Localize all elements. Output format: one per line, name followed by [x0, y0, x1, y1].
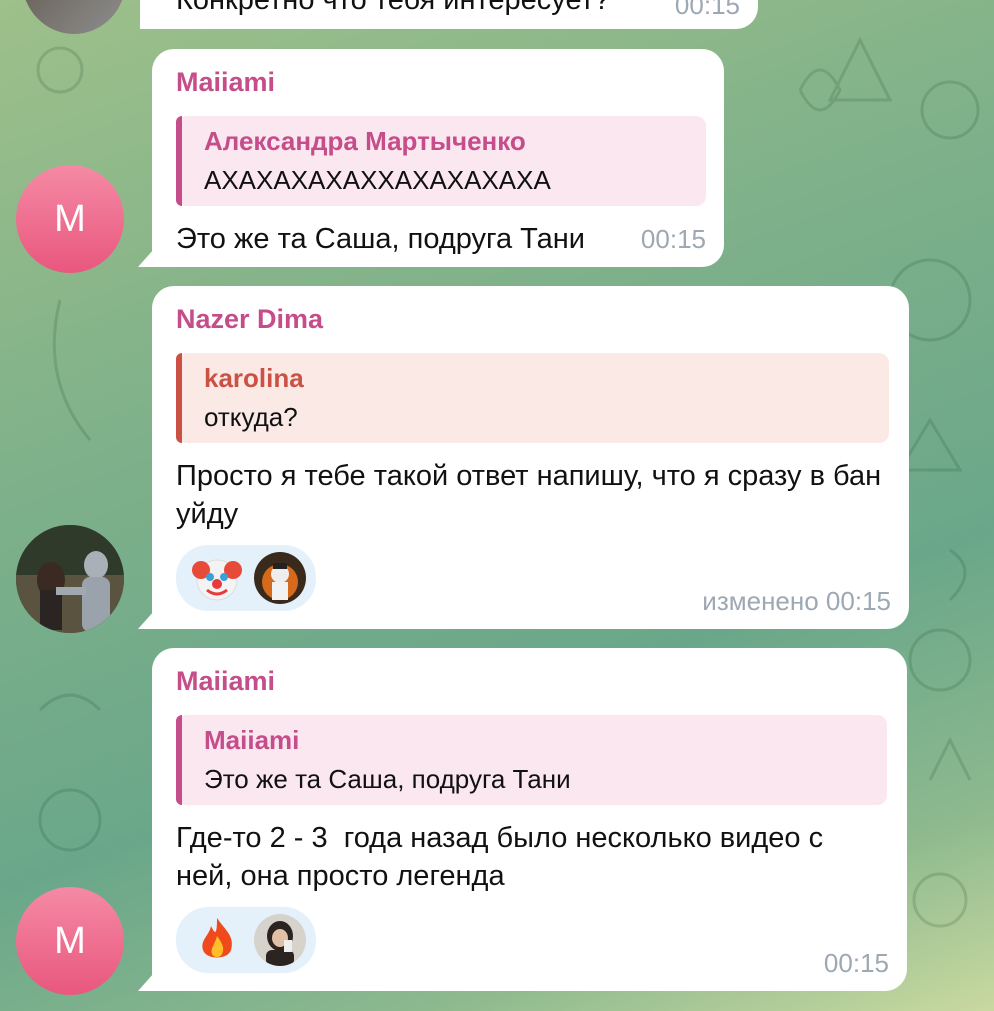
- reactions-bar[interactable]: [176, 545, 316, 611]
- reply-preview[interactable]: karolina откуда?: [176, 353, 889, 443]
- message-bubble-partial[interactable]: Конкретно что тебя интересует? 00:15: [140, 0, 758, 29]
- fire-icon[interactable]: [190, 913, 244, 967]
- reactor-avatar[interactable]: [254, 914, 306, 966]
- message-time: 00:15: [640, 224, 706, 254]
- reply-author: karolina: [204, 363, 304, 393]
- clown-face-icon[interactable]: [190, 551, 244, 605]
- message-text: Просто я тебе такой ответ напишу, что я …: [176, 460, 882, 530]
- avatar[interactable]: M: [16, 165, 124, 273]
- message-text: Где-то 2 - 3 года назад было несколько в…: [176, 822, 832, 892]
- sender-name[interactable]: Nazer Dima: [176, 304, 885, 335]
- bubble-tail: [138, 973, 154, 991]
- reactor-avatar[interactable]: [254, 552, 306, 604]
- message-text: Конкретно что тебя интересует?: [176, 0, 611, 16]
- message-time: изменено 00:15: [702, 586, 891, 616]
- reply-text: откуда?: [204, 402, 298, 432]
- reply-preview[interactable]: Александра Мартыченко АХАХАХАХАХХАХАХАХА…: [176, 116, 706, 206]
- reply-author: Александра Мартыченко: [204, 126, 526, 156]
- avatar-photo: [16, 525, 124, 633]
- sender-name[interactable]: Maiiami: [176, 666, 883, 697]
- avatar[interactable]: M: [16, 887, 124, 995]
- avatar-letter: M: [54, 197, 86, 240]
- message-bubble[interactable]: Nazer Dima karolina откуда? Просто я теб…: [138, 286, 909, 629]
- avatar[interactable]: [16, 525, 124, 633]
- message-text: Это же та Саша, подруга Тани: [176, 223, 585, 255]
- message-bubble[interactable]: Maiiami Александра Мартыченко АХАХАХАХАХ…: [138, 49, 724, 267]
- bubble-tail: [138, 249, 154, 267]
- reply-preview[interactable]: Maiiami Это же та Саша, подруга Тани: [176, 715, 887, 805]
- reactions-bar[interactable]: [176, 907, 316, 973]
- reply-text: АХАХАХАХАХХАХАХАХАХА: [204, 165, 551, 195]
- message-time: 00:15: [674, 0, 740, 20]
- reply-text: Это же та Саша, подруга Тани: [204, 764, 571, 794]
- bubble-tail: [138, 611, 154, 629]
- reply-author: Maiiami: [204, 725, 300, 755]
- message-time: 00:15: [823, 948, 889, 978]
- partial-avatar[interactable]: [22, 0, 126, 34]
- avatar-letter: M: [54, 919, 86, 962]
- message-bubble[interactable]: Maiiami Maiiami Это же та Саша, подруга …: [138, 648, 907, 991]
- sender-name[interactable]: Maiiami: [176, 67, 700, 98]
